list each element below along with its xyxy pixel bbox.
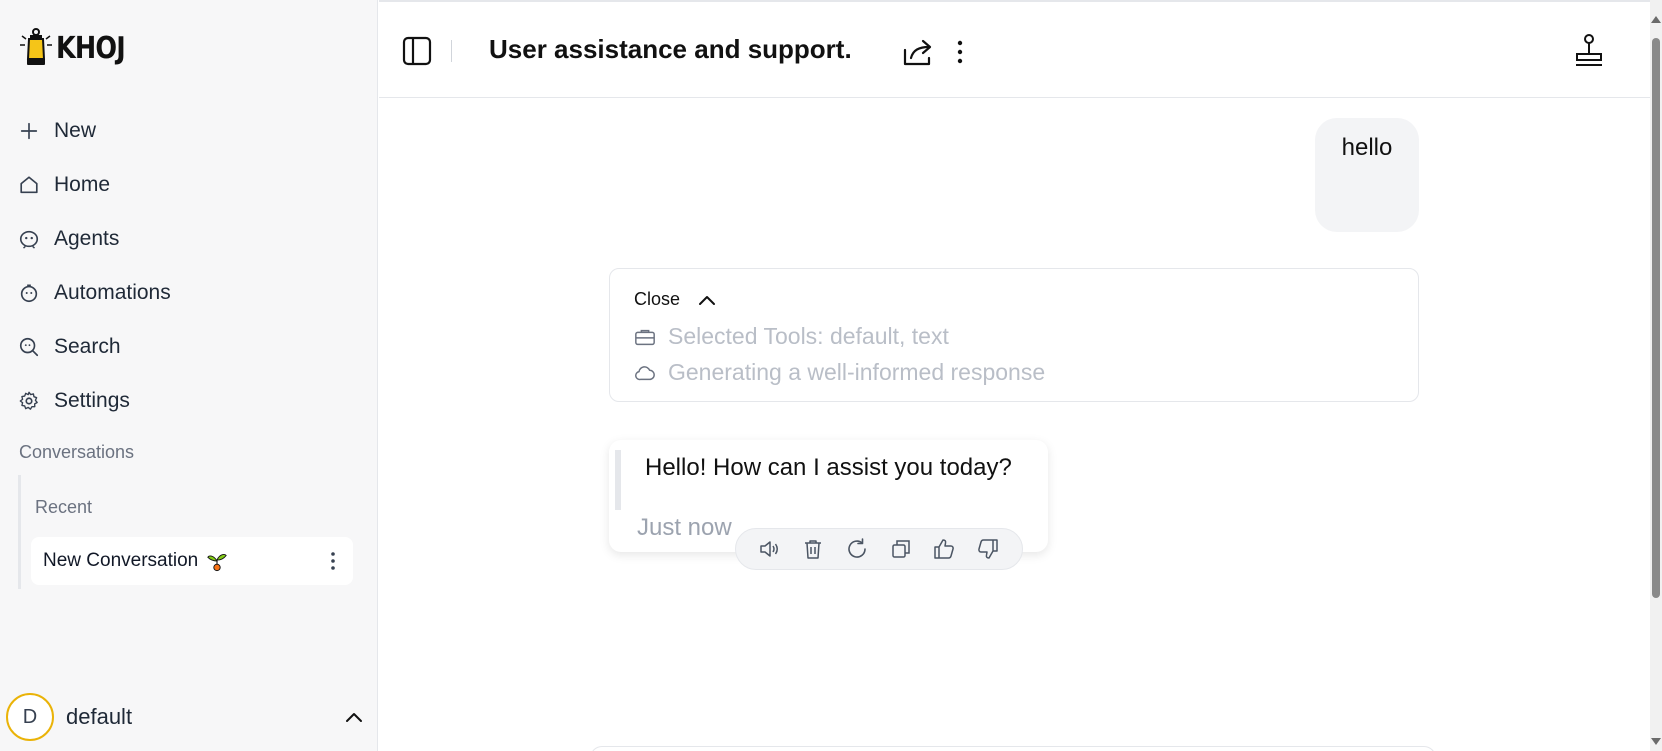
sidebar-item-label: New — [54, 119, 97, 142]
alarm-clock-icon — [20, 284, 38, 303]
copy-icon[interactable] — [889, 537, 913, 561]
sidebar-item-label: Automations — [54, 281, 171, 304]
conversation-item[interactable]: New Conversation — [31, 537, 353, 585]
scroll-down-icon[interactable] — [1651, 738, 1661, 745]
more-options-icon[interactable] — [951, 36, 969, 68]
tool-step: Generating a well-informed response — [634, 359, 1045, 386]
gear-icon — [19, 391, 38, 410]
conversation-more-icon[interactable] — [325, 549, 341, 573]
khoj-logo[interactable]: KHOJ — [18, 26, 137, 70]
user-name: default — [66, 704, 133, 729]
tool-step-text: Generating a well-informed response — [668, 359, 1046, 385]
scroll-thumb[interactable] — [1652, 38, 1660, 598]
cloud-icon — [635, 365, 655, 380]
sidebar-item-agents[interactable]: Agents — [18, 212, 171, 266]
scrollbar[interactable] — [1650, 0, 1662, 751]
user-message: hello — [1315, 118, 1419, 232]
chevron-up-icon[interactable] — [336, 703, 372, 731]
recent-label: Recent — [35, 497, 93, 517]
tools-close-label: Close — [634, 289, 681, 309]
sidebar-item-settings[interactable]: Settings — [18, 374, 171, 428]
chat-input-box[interactable] — [590, 746, 1436, 751]
chat-header: User assistance and support. — [379, 0, 1651, 98]
sprout-icon — [207, 553, 227, 572]
sidebar-toggle-icon[interactable] — [401, 35, 433, 67]
share-icon[interactable] — [901, 36, 935, 68]
message-accent-bar — [615, 450, 621, 510]
refresh-icon[interactable] — [845, 537, 869, 561]
trash-icon[interactable] — [801, 537, 825, 561]
thumbs-down-icon[interactable] — [976, 537, 1000, 561]
speaker-icon[interactable] — [758, 537, 782, 561]
bot-message-text: Hello! How can I assist you today? — [645, 454, 1012, 481]
lantern-icon — [20, 28, 52, 65]
scroll-up-icon[interactable] — [1651, 16, 1661, 23]
sidebar-item-automations[interactable]: Automations — [18, 266, 171, 320]
thumbs-up-icon[interactable] — [932, 537, 956, 561]
search-icon — [19, 337, 39, 357]
message-actions — [735, 528, 1023, 570]
user-menu[interactable]: D default — [6, 693, 132, 741]
logo-text: KHOJ — [56, 30, 126, 66]
page-title[interactable]: User assistance and support. — [489, 34, 852, 65]
sidebar-item-search[interactable]: Search — [18, 320, 171, 374]
sidebar-item-label: Settings — [54, 389, 130, 412]
sidebar: KHOJ New Home Agents Automations Search … — [0, 0, 378, 751]
tools-close-button[interactable]: Close — [634, 289, 716, 310]
joystick-icon[interactable] — [1571, 32, 1607, 68]
chevron-up-icon — [699, 295, 716, 305]
conversations-heading: Conversations — [19, 442, 135, 462]
sidebar-item-home[interactable]: Home — [18, 158, 171, 212]
sidebar-item-label: Agents — [54, 227, 120, 250]
robot-icon — [19, 230, 39, 249]
message-timestamp: Just now — [637, 514, 732, 541]
briefcase-icon — [635, 329, 655, 345]
sidebar-item-label: Home — [54, 173, 111, 196]
house-icon — [20, 176, 38, 194]
conversation-group: Recent New Conversation — [18, 475, 353, 589]
tools-panel: Close Selected Tools: default, text Gene… — [609, 268, 1419, 402]
sidebar-item-label: Search — [54, 335, 121, 358]
avatar: D — [6, 693, 54, 741]
conversation-title: New Conversation — [43, 550, 199, 571]
plus-icon — [20, 122, 38, 140]
header-divider — [451, 40, 452, 62]
tool-step: Selected Tools: default, text — [634, 323, 949, 350]
tool-step-text: Selected Tools: default, text — [668, 323, 949, 349]
sidebar-item-new[interactable]: New — [18, 104, 171, 158]
sidebar-nav: New Home Agents Automations Search Setti… — [18, 104, 171, 428]
